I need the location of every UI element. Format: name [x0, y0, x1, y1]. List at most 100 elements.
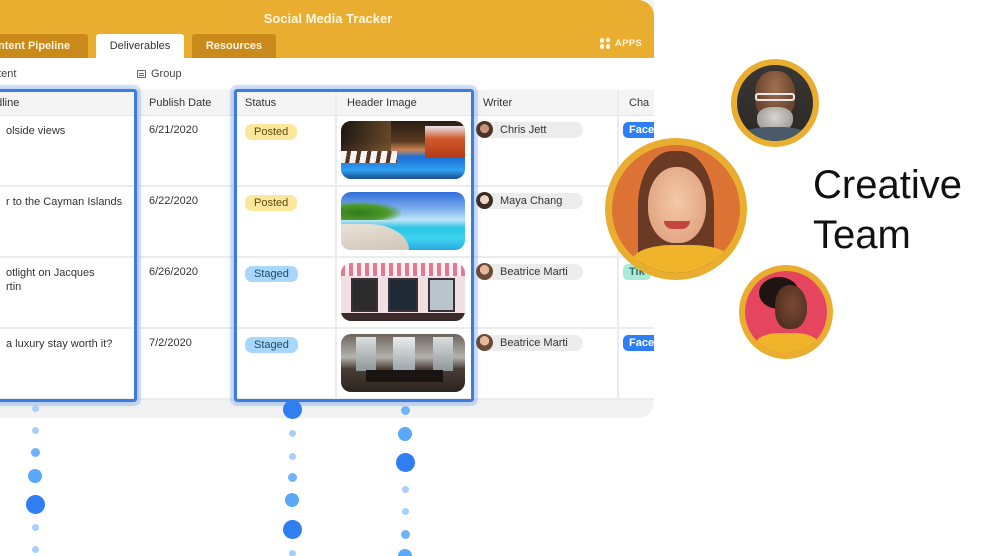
trail-dot — [398, 427, 412, 441]
writer-pill[interactable]: Chris Jett — [476, 121, 583, 138]
column-headline: adline olside views r to the Cayman Isla… — [0, 90, 139, 400]
writer-pill[interactable]: Maya Chang — [476, 192, 583, 209]
table-cell-image[interactable] — [337, 187, 471, 258]
column-writer: Writer Chris Jett Maya Chang Beatrice Ma… — [473, 90, 619, 400]
writer-avatar — [476, 263, 493, 280]
trail-dot — [282, 519, 302, 539]
headline-text: r to the Cayman Islands — [6, 196, 123, 208]
column-header-status[interactable]: Status — [235, 90, 335, 116]
headline-text: otlight on Jacques rtin — [6, 267, 95, 293]
table-cell-status[interactable]: Staged — [235, 258, 335, 329]
trail-dot — [285, 493, 299, 507]
table-cell-status[interactable]: Posted — [235, 187, 335, 258]
trail-dot — [31, 545, 39, 553]
trail-dot — [288, 452, 296, 460]
status-badge: Posted — [245, 195, 298, 211]
trail-dot — [31, 404, 39, 412]
headline-text: olside views — [6, 125, 66, 137]
creative-team-heading: Creative Team — [813, 160, 962, 260]
tab-deliverables[interactable]: Deliverables — [96, 34, 184, 58]
column-header-image: Header Image — [337, 90, 473, 400]
trail-dot — [30, 447, 40, 457]
table-cell-status[interactable]: Staged — [235, 329, 335, 400]
table-cell-writer[interactable]: Beatrice Marti — [473, 329, 617, 400]
storefront-awnings-photo[interactable] — [341, 263, 465, 321]
apps-button[interactable]: APPS — [599, 37, 642, 49]
channel-tag-facebook: Face — [623, 335, 654, 351]
view-name[interactable]: ntent — [0, 68, 16, 80]
group-button[interactable]: Group — [137, 68, 182, 80]
rooftop-pool-photo[interactable] — [341, 121, 465, 179]
trail-dot — [28, 469, 42, 483]
trail-dot — [401, 485, 409, 493]
hotel-lobby-photo[interactable] — [341, 334, 465, 392]
writer-name: Maya Chang — [500, 195, 563, 207]
trail-dot — [282, 399, 302, 419]
table-cell-headline[interactable]: a luxury stay worth it? — [0, 329, 137, 400]
trail-dot — [287, 472, 297, 482]
group-label: Group — [151, 68, 182, 80]
trail-dot — [398, 549, 412, 556]
channel-tag-facebook: Face — [623, 122, 654, 138]
writer-avatar — [476, 334, 493, 351]
table-cell-headline[interactable]: olside views — [0, 116, 137, 187]
status-badge: Posted — [245, 124, 298, 140]
trail-dot — [31, 523, 39, 531]
writer-pill[interactable]: Beatrice Marti — [476, 334, 583, 351]
trail-dot — [400, 529, 410, 539]
table-cell-date[interactable]: 6/22/2020 — [139, 187, 233, 258]
table-cell-image[interactable] — [337, 258, 471, 329]
team-member-woman-orange-avatar — [605, 138, 747, 280]
table-cell-date[interactable]: 7/2/2020 — [139, 329, 233, 400]
column-header-publish-date[interactable]: Publish Date — [139, 90, 233, 116]
writer-avatar — [476, 192, 493, 209]
app-title: Social Media Tracker — [263, 11, 393, 26]
column-header-writer[interactable]: Writer — [473, 90, 617, 116]
tab-bar: ntent Pipeline Deliverables Resources — [0, 34, 284, 58]
status-badge: Staged — [245, 266, 298, 282]
table-cell-image[interactable] — [337, 329, 471, 400]
team-member-man-glasses-avatar — [731, 59, 819, 147]
column-header-header-image[interactable]: Header Image — [337, 90, 471, 116]
writer-name: Chris Jett — [500, 124, 547, 136]
table-cell-date[interactable]: 6/21/2020 — [139, 116, 233, 187]
view-toolbar: ntent Group — [0, 58, 654, 90]
writer-name: Beatrice Marti — [500, 266, 568, 278]
heading-line-1: Creative — [813, 163, 962, 207]
table-cell-channel[interactable]: Face — [619, 329, 654, 400]
trail-dot — [395, 452, 415, 472]
status-badge: Staged — [245, 337, 298, 353]
table-cell-status[interactable]: Posted — [235, 116, 335, 187]
writer-avatar — [476, 121, 493, 138]
writer-name: Beatrice Marti — [500, 337, 568, 349]
writer-pill[interactable]: Beatrice Marti — [476, 263, 583, 280]
group-icon — [137, 70, 146, 78]
apps-icon — [599, 37, 611, 49]
table-cell-writer[interactable]: Chris Jett — [473, 116, 617, 187]
table-cell-writer[interactable]: Beatrice Marti — [473, 258, 617, 329]
trail-dot — [31, 426, 39, 434]
column-publish-date: Publish Date 6/21/2020 6/22/2020 6/26/20… — [139, 90, 235, 400]
app-header: Social Media Tracker ntent Pipeline Deli… — [0, 0, 654, 58]
column-status: Status Posted Posted Staged Staged — [235, 90, 337, 400]
tab-content-pipeline[interactable]: ntent Pipeline — [0, 34, 88, 58]
column-header-channel[interactable]: Cha — [619, 90, 654, 116]
data-grid: adline olside views r to the Cayman Isla… — [0, 90, 654, 400]
trail-dot — [401, 507, 409, 515]
tab-resources[interactable]: Resources — [192, 34, 276, 58]
tropical-beach-photo[interactable] — [341, 192, 465, 250]
trail-dot — [400, 405, 410, 415]
table-cell-date[interactable]: 6/26/2020 — [139, 258, 233, 329]
table-cell-headline[interactable]: otlight on Jacques rtin — [0, 258, 137, 329]
heading-line-2: Team — [813, 213, 911, 257]
table-cell-writer[interactable]: Maya Chang — [473, 187, 617, 258]
table-cell-image[interactable] — [337, 116, 471, 187]
table-cell-headline[interactable]: r to the Cayman Islands — [0, 187, 137, 258]
team-member-woman-red-avatar — [739, 265, 833, 359]
trail-dot — [288, 429, 296, 437]
column-header-headline[interactable]: adline — [0, 90, 137, 116]
headline-text: a luxury stay worth it? — [6, 338, 113, 350]
trail-dot — [288, 549, 296, 556]
app-window: Social Media Tracker ntent Pipeline Deli… — [0, 0, 654, 418]
trail-dot — [25, 494, 45, 514]
